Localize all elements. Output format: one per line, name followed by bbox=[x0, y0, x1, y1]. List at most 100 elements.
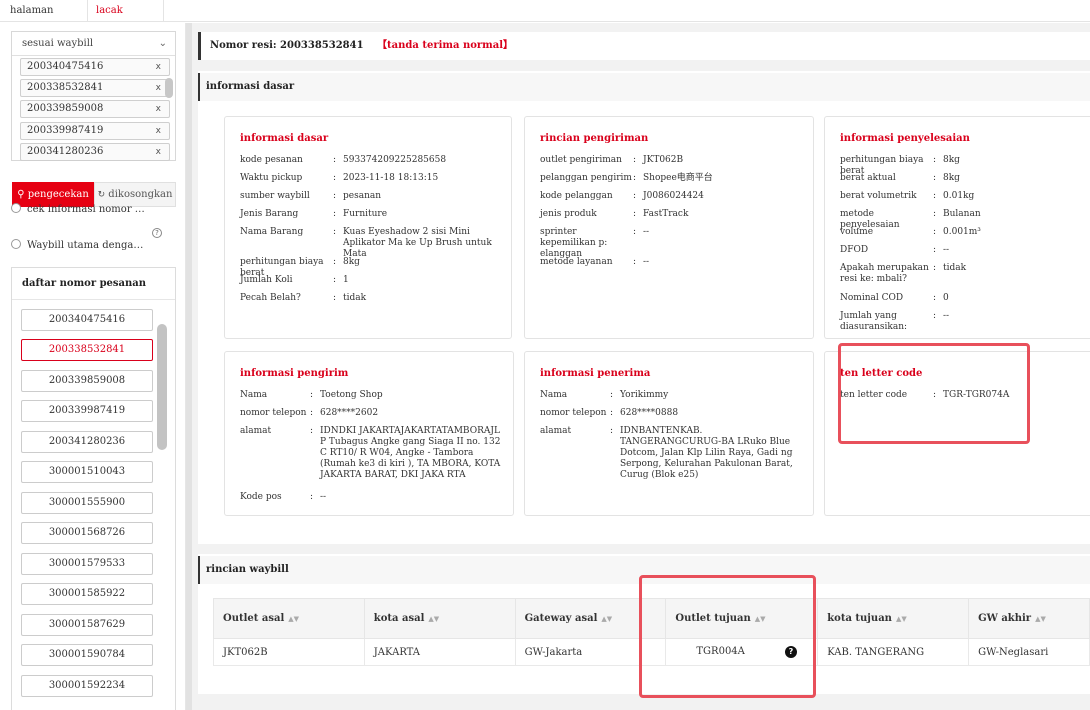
row-value: J0086024424 bbox=[643, 191, 704, 201]
card-informasi-pengirim: informasi pengirim Nama: Toetong Shop nom… bbox=[224, 351, 514, 516]
row-value: Toetong Shop bbox=[320, 390, 383, 400]
order-item[interactable]: 200340475416 bbox=[21, 309, 153, 331]
order-item[interactable]: 200339859008 bbox=[21, 370, 153, 392]
search-button-label: pengecekan bbox=[27, 189, 89, 200]
column-label: kota tujuan bbox=[827, 613, 892, 624]
row-value: pesanan bbox=[343, 191, 382, 201]
order-item[interactable]: 300001587629 bbox=[21, 614, 153, 636]
sort-icon[interactable]: ▲▼ bbox=[1035, 615, 1046, 623]
radio-icon[interactable] bbox=[11, 203, 21, 213]
column-header[interactable]: kota tujuan ▲▼ bbox=[817, 598, 970, 639]
search-icon: ⚲ bbox=[17, 189, 25, 200]
row-key: jenis produk bbox=[540, 209, 597, 219]
card-title: rincian pengiriman bbox=[540, 133, 649, 144]
remove-icon[interactable]: x bbox=[156, 80, 161, 96]
resi-label: Nomor resi: bbox=[210, 40, 277, 51]
option-cek-informasi[interactable]: cek informasi nomor … bbox=[11, 202, 145, 218]
remove-icon[interactable]: x bbox=[156, 144, 161, 160]
remove-icon[interactable]: x bbox=[156, 123, 161, 139]
table-cell: KAB. TANGERANG bbox=[817, 638, 970, 666]
chevron-down-icon: ⌄ bbox=[158, 38, 167, 49]
order-item[interactable]: 300001579533 bbox=[21, 553, 153, 575]
order-item[interactable]: 200341280236 bbox=[21, 431, 153, 453]
order-item[interactable]: 200339987419 bbox=[21, 400, 153, 422]
column-header[interactable]: GW akhir ▲▼ bbox=[968, 598, 1090, 639]
row-key: Nama Barang bbox=[240, 227, 304, 237]
waybill-tag: 200338532841 x bbox=[20, 79, 170, 98]
row-value: Kuas Eyeshadow 2 sisi Mini Aplikator Ma … bbox=[343, 227, 492, 259]
row-value: 0.001m³ bbox=[943, 227, 981, 237]
order-item[interactable]: 300001568726 bbox=[21, 522, 153, 544]
row-key: DFOD bbox=[840, 245, 869, 255]
search-mode-select[interactable]: sesuai waybill ⌄ bbox=[12, 32, 175, 56]
remove-icon[interactable]: x bbox=[156, 59, 161, 75]
tab-halaman-utama[interactable]: halaman utama bbox=[0, 0, 88, 38]
table-cell: JKT062B bbox=[213, 638, 365, 666]
row-value: 8kg bbox=[343, 257, 360, 267]
card-title: informasi penerima bbox=[540, 368, 651, 379]
basic-info-section: informasi dasar informasi dasar kode pes… bbox=[198, 71, 1090, 544]
row-key: outlet pengiriman bbox=[540, 155, 622, 165]
waybill-tag-list: 200340475416 x 200338532841 x 200339859008… bbox=[20, 58, 170, 164]
option-label: cek informasi nomor … bbox=[27, 204, 145, 215]
card-informasi-dasar: informasi dasar kode pesanan:59337420922… bbox=[224, 116, 512, 339]
sort-icon[interactable]: ▲▼ bbox=[428, 615, 439, 623]
order-item[interactable]: 300001590784 bbox=[21, 644, 153, 666]
waybill-tag: 200339859008 x bbox=[20, 100, 170, 119]
row-value: 8kg bbox=[943, 173, 960, 183]
column-header[interactable]: Outlet asal ▲▼ bbox=[213, 598, 365, 639]
column-label: Outlet asal bbox=[223, 613, 285, 624]
waybill-tag-text: 200340475416 bbox=[27, 61, 104, 72]
row-value: 0.01kg bbox=[943, 191, 975, 201]
row-key: Kode pos bbox=[240, 492, 282, 502]
order-item-active[interactable]: 200338532841 bbox=[21, 339, 153, 361]
remove-icon[interactable]: x bbox=[156, 101, 161, 117]
row-key: kode pelanggan bbox=[540, 191, 613, 201]
tab-lacak-paket[interactable]: lacak paket× bbox=[88, 0, 164, 38]
radio-icon[interactable] bbox=[11, 239, 21, 249]
row-key: Jumlah yang diasuransikan: bbox=[840, 311, 908, 332]
order-item[interactable]: 300001592234 bbox=[21, 675, 153, 697]
card-title: informasi pengirim bbox=[240, 368, 349, 379]
row-value: 2023-11-18 18:13:15 bbox=[343, 173, 439, 183]
row-value: 8kg bbox=[943, 155, 960, 165]
search-panel: sesuai waybill ⌄ 200340475416 x 200338532… bbox=[0, 23, 186, 710]
help-icon[interactable]: ? bbox=[152, 228, 162, 238]
order-item[interactable]: 300001555900 bbox=[21, 492, 153, 514]
order-item[interactable]: 300001585922 bbox=[21, 583, 153, 605]
resi-number: 200338532841 bbox=[280, 40, 364, 51]
row-value: tidak bbox=[943, 263, 967, 273]
order-item[interactable]: 300001510043 bbox=[21, 461, 153, 483]
row-key: metode layanan bbox=[540, 257, 613, 267]
resi-header: Nomor resi: 200338532841 【tanda terima n… bbox=[198, 32, 1090, 60]
table-cell: GW-Neglasari bbox=[968, 638, 1090, 666]
row-value: -- bbox=[643, 227, 650, 237]
sort-icon[interactable]: ▲▼ bbox=[601, 615, 612, 623]
clear-button-label: dikosongkan bbox=[108, 189, 173, 200]
row-key: sprinter kepemilikan p: elanggan bbox=[540, 227, 608, 259]
row-value: IDNDKI JAKARTAJAKARTATAMBORAJL P Tubagus… bbox=[320, 426, 501, 480]
row-value: FastTrack bbox=[643, 209, 689, 219]
row-key: Nama bbox=[240, 390, 268, 400]
row-value: Shopee电商平台 bbox=[643, 173, 713, 183]
card-title: informasi penyelesaian bbox=[840, 133, 970, 144]
card-informasi-penerima: informasi penerima Nama: Yorikimmy nomor … bbox=[524, 351, 814, 516]
waybill-scrollbar[interactable] bbox=[165, 78, 173, 98]
row-key: Jenis Barang bbox=[240, 209, 299, 219]
row-value: tidak bbox=[343, 293, 367, 303]
card-informasi-penyelesaian: informasi penyelesaian perhitungan biaya… bbox=[824, 116, 1090, 339]
sort-icon[interactable]: ▲▼ bbox=[896, 615, 907, 623]
option-waybill-utama[interactable]: Waybill utama denga… bbox=[11, 238, 143, 254]
section-title: informasi dasar bbox=[198, 73, 1090, 101]
row-value: IDNBANTENKAB. TANGERANGCURUG-BA LRuko Bl… bbox=[620, 426, 793, 480]
column-label: kota asal bbox=[373, 613, 425, 624]
row-value: 628****0888 bbox=[620, 408, 679, 418]
tab-bar: halaman utama lacak paket× bbox=[0, 0, 1090, 38]
order-list-scrollbar[interactable] bbox=[157, 324, 167, 450]
column-header[interactable]: kota asal ▲▼ bbox=[363, 598, 516, 639]
row-key: berat aktual bbox=[840, 173, 896, 183]
waybill-tag: 200341280236 x bbox=[20, 142, 170, 161]
waybill-tag-text: 200341280236 bbox=[27, 145, 104, 157]
card-title: informasi dasar bbox=[240, 133, 329, 144]
sort-icon[interactable]: ▲▼ bbox=[288, 615, 299, 623]
